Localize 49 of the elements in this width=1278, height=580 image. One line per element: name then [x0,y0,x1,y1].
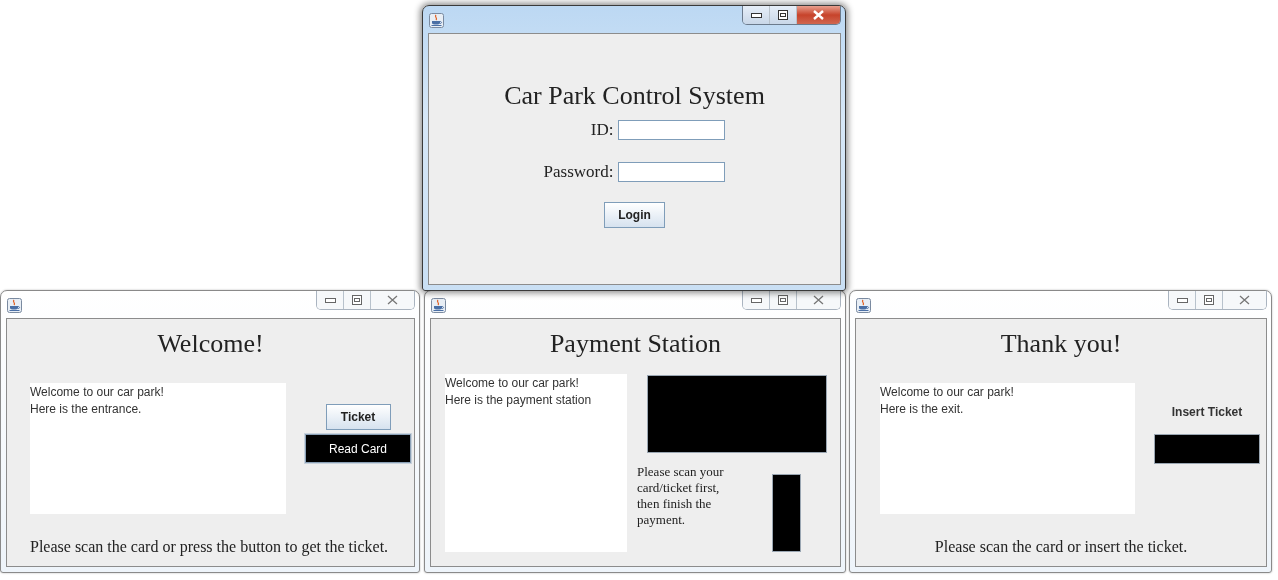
input-field[interactable] [618,162,726,182]
close-icon [387,295,398,305]
minimize-button[interactable] [1169,291,1195,309]
close-button[interactable] [1222,291,1266,309]
window-heading: Welcome! [156,329,265,359]
minimize-button[interactable] [317,291,343,309]
maximize-icon [1204,295,1214,305]
maximize-icon [778,10,788,20]
message-line: Welcome to our car park! [880,384,1015,401]
login-button[interactable]: Login [604,202,665,228]
field-label: ID: [589,120,614,140]
input-field[interactable] [618,120,726,140]
close-icon [813,295,824,305]
cup-icon [856,298,871,313]
close-button[interactable] [796,291,840,309]
message-line: Welcome to our car park! [445,375,580,392]
cup-icon [429,13,444,28]
ticket-button[interactable]: Ticket [325,404,391,430]
insert-ticket-label: Insert Ticket [1171,405,1243,419]
footer-text: Please scan the card or insert the ticket. [933,537,1189,557]
close-icon [1239,295,1250,305]
maximize-icon [778,295,788,305]
close-button[interactable] [370,291,414,309]
close-button[interactable] [796,6,840,24]
maximize-button[interactable] [769,6,796,24]
window-heading: Payment Station [548,329,723,359]
minimize-button[interactable] [743,291,769,309]
maximize-icon [352,295,362,305]
message-line: Here is the payment station [445,392,593,409]
read-card-button[interactable]: Read Card [305,434,411,463]
field-label: Password: [543,162,614,182]
maximize-button[interactable] [769,291,796,309]
footer-text: Please scan the card or press the button to get the ticket. [30,537,390,557]
cup-icon [7,298,22,313]
message-line: Here is the entrance. [30,401,143,418]
minimize-icon [750,297,762,303]
message-line: Welcome to our car park! [30,384,165,401]
cup-icon [431,298,446,313]
window-heading: Car Park Control System [504,81,765,111]
maximize-button[interactable] [1195,291,1222,309]
minimize-icon [1176,297,1188,303]
message-line: Here is the exit. [880,401,965,418]
maximize-button[interactable] [343,291,370,309]
minimize-icon [324,297,336,303]
window-heading: Thank you! [999,329,1123,359]
minimize-button[interactable] [743,6,769,24]
minimize-icon [750,12,762,18]
instruction-text: Please scan your card/ticket first, then finish the payment. [637,464,725,528]
close-icon [813,10,824,20]
